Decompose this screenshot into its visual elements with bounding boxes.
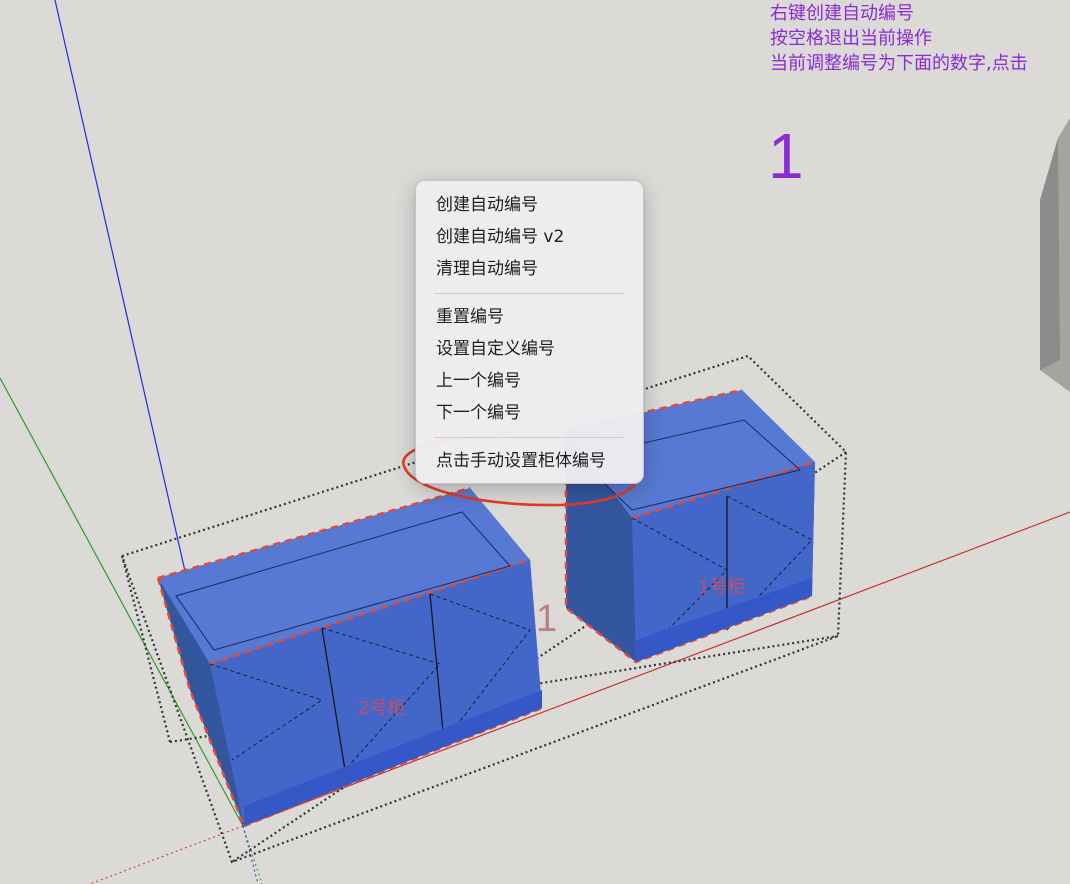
menu-separator (434, 293, 624, 294)
current-number: 1 (768, 120, 804, 192)
hint-line-current: 当前调整编号为下面的数字,点击 (770, 53, 1028, 74)
menu-item-set-custom-number[interactable]: 设置自定义编号 (436, 335, 555, 363)
menu-separator (434, 437, 624, 438)
cabinet-2-label: 2号柜 (358, 698, 406, 719)
red-axis-dotted (89, 825, 244, 884)
green-axis-dotted (242, 825, 263, 884)
hint-line-exit: 按空格退出当前操作 (770, 28, 932, 49)
menu-item-previous-number[interactable]: 上一个编号 (436, 367, 521, 395)
menu-item-clear-auto-number[interactable]: 清理自动编号 (436, 255, 538, 283)
hint-line-create: 右键创建自动编号 (770, 3, 914, 24)
menu-item-manual-set-cabinet-number[interactable]: 点击手动设置柜体编号 (436, 447, 606, 475)
menu-item-next-number[interactable]: 下一个编号 (436, 399, 521, 427)
menu-item-create-auto-number-v2[interactable]: 创建自动编号 v2 (436, 223, 564, 251)
wall-edge-face (1040, 138, 1060, 370)
menu-item-create-auto-number[interactable]: 创建自动编号 (436, 191, 538, 219)
sketchup-viewport[interactable]: 1 1号柜 2号柜 右键创建自动编号 按空格退出当前操作 当前调整编号为下面的数… (0, 0, 1070, 884)
menu-item-reset-number[interactable]: 重置编号 (436, 303, 504, 331)
context-menu: 创建自动编号 创建自动编号 v2 清理自动编号 重置编号 设置自定义编号 上一个… (415, 180, 644, 484)
floating-number-label: 1 (536, 598, 558, 640)
cabinet-1-label: 1号柜 (698, 577, 746, 598)
